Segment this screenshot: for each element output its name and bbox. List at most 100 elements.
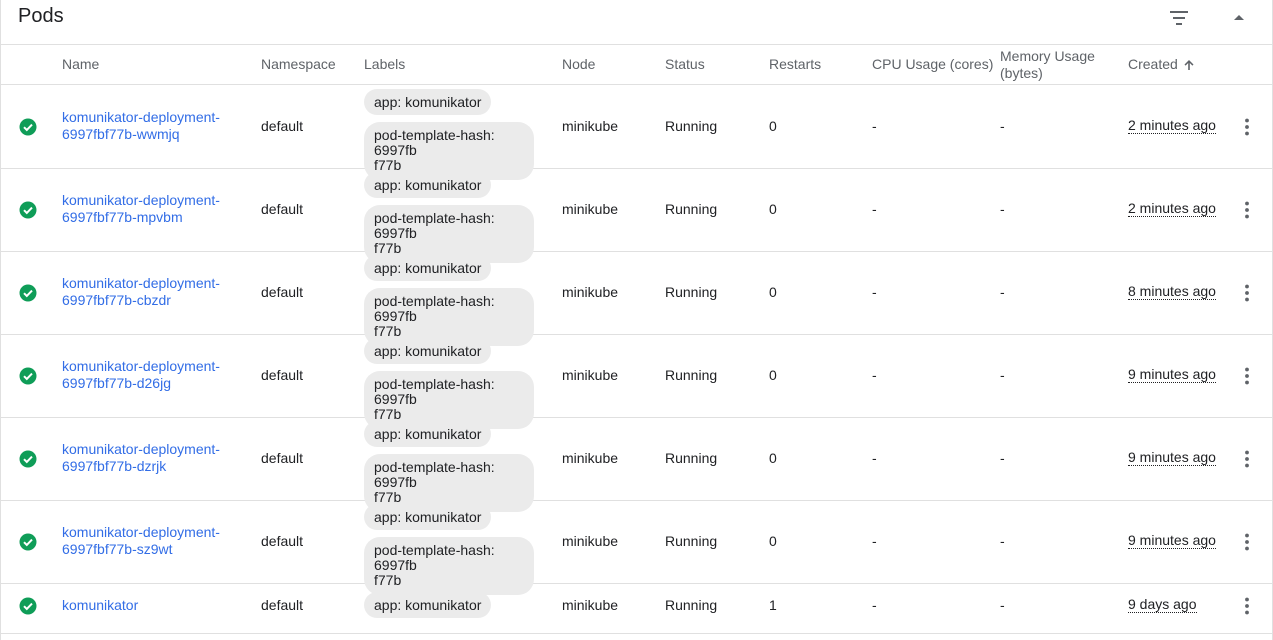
pod-name-line2: 6997fbf77b-d26jg: [62, 375, 171, 391]
status-cell: Running: [665, 597, 718, 613]
column-header-namespace[interactable]: Namespace: [261, 45, 336, 84]
memory-usage-cell: -: [1000, 118, 1005, 134]
check-circle-icon: [19, 533, 37, 551]
created-time: 9 minutes ago: [1128, 532, 1216, 549]
check-circle-icon: [19, 597, 37, 615]
label-chip: app: komunikator: [364, 172, 492, 198]
check-circle-icon: [19, 450, 37, 468]
table-row: komunikator-deployment- 6997fbf77b-sz9wt d…: [1, 500, 1272, 595]
label-chip: app: komunikator: [364, 89, 492, 115]
pod-name-line1: komunikator-deployment-: [62, 109, 220, 125]
restarts-cell: 0: [769, 118, 777, 134]
memory-usage-cell: -: [1000, 533, 1005, 549]
column-header-memory-line2: (bytes): [1000, 64, 1043, 81]
row-menu-button[interactable]: [1237, 449, 1257, 469]
column-header-restarts: Restarts: [769, 56, 822, 72]
table-row: komunikator-deployment- 6997fbf77b-mpvbm d…: [1, 168, 1272, 263]
pod-name-line1: komunikator-deployment-: [62, 358, 220, 374]
status-cell: Running: [665, 118, 718, 134]
restarts-cell: 0: [769, 201, 777, 217]
status-cell: Running: [665, 201, 718, 217]
cpu-usage-cell: -: [872, 118, 877, 134]
pod-name-link[interactable]: komunikator-deployment- 6997fbf77b-cbzdr: [62, 275, 220, 309]
label-chip-line1: pod-template-hash: 6997fb: [374, 210, 495, 241]
pod-name-link[interactable]: komunikator-deployment- 6997fbf77b-d26jg: [62, 358, 220, 392]
row-menu-button[interactable]: [1237, 366, 1257, 386]
label-chip-line1: pod-template-hash: 6997fb: [374, 376, 495, 407]
column-header-labels: Labels: [364, 56, 406, 72]
filter-icon: [1170, 11, 1188, 25]
more-vert-icon: [1245, 533, 1249, 551]
row-menu-button[interactable]: [1237, 596, 1257, 616]
node-cell: minikube: [562, 597, 619, 613]
status-cell: Running: [665, 533, 718, 549]
label-chip: app: komunikator: [364, 592, 492, 618]
status-cell: Running: [665, 450, 718, 466]
memory-usage-cell: -: [1000, 450, 1005, 466]
pod-name-link[interactable]: komunikator-deployment- 6997fbf77b-dzrjk: [62, 441, 220, 475]
namespace-cell: default: [261, 597, 304, 613]
created-time: 2 minutes ago: [1128, 200, 1216, 217]
node-cell: minikube: [562, 450, 619, 466]
namespace-cell: default: [261, 367, 304, 383]
pod-name-line1: komunikator: [62, 597, 139, 613]
collapse-button[interactable]: [1227, 6, 1251, 30]
pods-card: Pods Name Namespace Labels Node Status R…: [0, 0, 1273, 640]
table-row: komunikator-deployment- 6997fbf77b-cbzdr d…: [1, 251, 1272, 346]
pod-name-line1: komunikator-deployment-: [62, 275, 220, 291]
cpu-usage-cell: -: [872, 597, 877, 613]
arrow-up-icon: [1182, 58, 1196, 72]
filter-button[interactable]: [1166, 6, 1192, 30]
pod-name-link[interactable]: komunikator-deployment- 6997fbf77b-wwmjq: [62, 109, 220, 143]
pod-name-link[interactable]: komunikator-deployment- 6997fbf77b-sz9wt: [62, 524, 220, 558]
restarts-cell: 0: [769, 533, 777, 549]
memory-usage-cell: -: [1000, 201, 1005, 217]
more-vert-icon: [1245, 450, 1249, 468]
namespace-cell: default: [261, 450, 304, 466]
created-time: 9 minutes ago: [1128, 449, 1216, 466]
node-cell: minikube: [562, 284, 619, 300]
table-row: komunikator-deployment- 6997fbf77b-d26jg d…: [1, 334, 1272, 429]
label-chip: app: komunikator: [364, 255, 492, 281]
check-circle-icon: [19, 118, 37, 136]
row-menu-button[interactable]: [1237, 200, 1257, 220]
restarts-cell: 0: [769, 284, 777, 300]
row-menu-button[interactable]: [1237, 117, 1257, 137]
more-vert-icon: [1245, 201, 1249, 219]
row-menu-button[interactable]: [1237, 283, 1257, 303]
column-header-created-label: Created: [1128, 56, 1178, 72]
card-header: Pods: [1, 0, 1272, 45]
pod-name-line2: 6997fbf77b-cbzdr: [62, 292, 171, 308]
more-vert-icon: [1245, 597, 1249, 615]
column-header-name[interactable]: Name: [62, 45, 99, 84]
column-header-created[interactable]: Created: [1128, 45, 1196, 84]
label-chip-line1: pod-template-hash: 6997fb: [374, 542, 495, 573]
pod-name-line1: komunikator-deployment-: [62, 192, 220, 208]
node-cell: minikube: [562, 367, 619, 383]
collapse-arrow-icon: [1234, 15, 1244, 20]
table-row: komunikator-deployment- 6997fbf77b-dzrjk d…: [1, 417, 1272, 512]
check-circle-icon: [19, 201, 37, 219]
pod-name-link[interactable]: komunikator: [62, 597, 138, 614]
label-chip-line1: pod-template-hash: 6997fb: [374, 293, 495, 324]
row-menu-button[interactable]: [1237, 532, 1257, 552]
column-header-node: Node: [562, 56, 596, 72]
page-title: Pods: [18, 5, 64, 27]
restarts-cell: 0: [769, 450, 777, 466]
check-circle-icon: [19, 367, 37, 385]
label-chip: app: komunikator: [364, 338, 492, 364]
restarts-cell: 0: [769, 367, 777, 383]
pod-name-link[interactable]: komunikator-deployment- 6997fbf77b-mpvbm: [62, 192, 220, 226]
pod-name-line2: 6997fbf77b-mpvbm: [62, 209, 183, 225]
pod-name-line1: komunikator-deployment-: [62, 524, 220, 540]
pod-name-line2: 6997fbf77b-dzrjk: [62, 458, 167, 474]
cpu-usage-cell: -: [872, 201, 877, 217]
more-vert-icon: [1245, 367, 1249, 385]
label-chip: app: komunikator: [364, 504, 492, 530]
table-row: komunikator default minikube Running 1 - - app:…: [1, 583, 1272, 634]
created-time: 8 minutes ago: [1128, 283, 1216, 300]
cpu-usage-cell: -: [872, 284, 877, 300]
namespace-cell: default: [261, 118, 304, 134]
check-circle-icon: [19, 284, 37, 302]
node-cell: minikube: [562, 118, 619, 134]
